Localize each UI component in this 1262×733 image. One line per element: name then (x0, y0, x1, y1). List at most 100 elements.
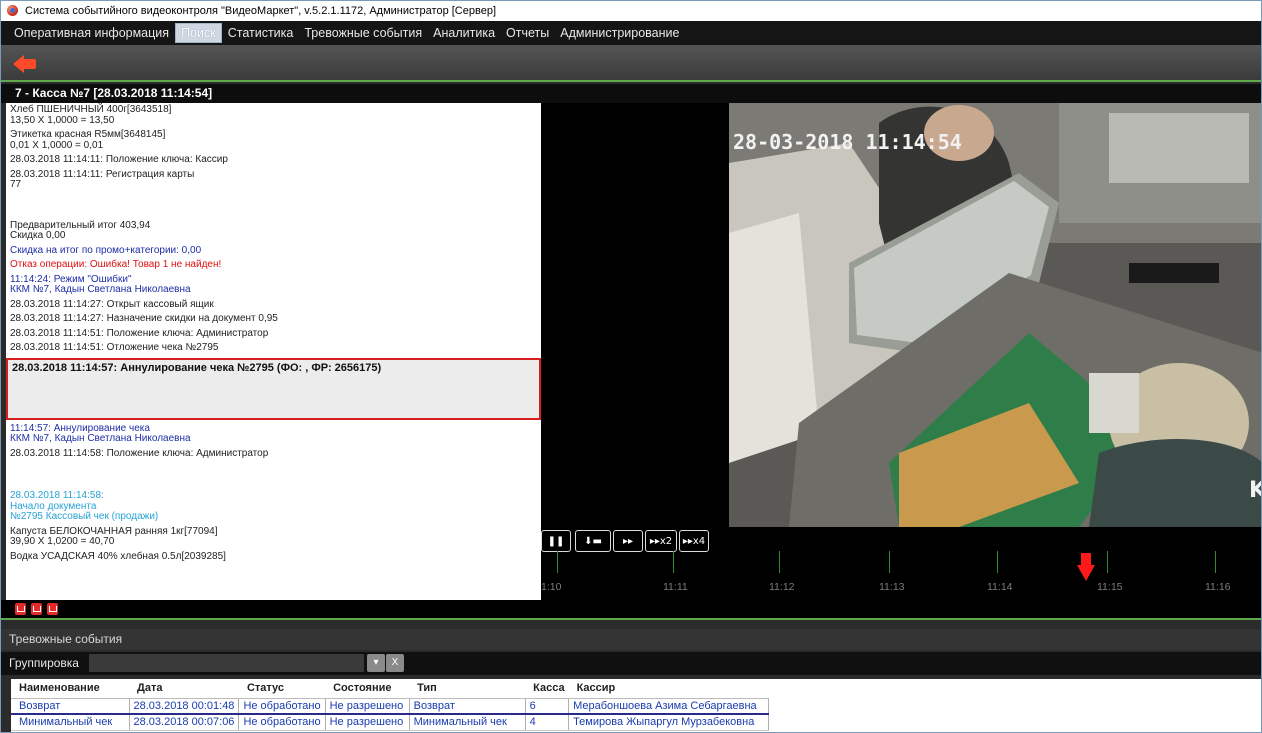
video-frame[interactable]: 28-03-2018 11:14:54 K (729, 103, 1261, 527)
column-header[interactable]: Тип (409, 679, 526, 699)
event-log[interactable]: Хлеб ПШЕНИЧНЫЙ 400г[3643518] 13,50 X 1,00… (6, 103, 541, 600)
event-entry[interactable]: Хлеб ПШЕНИЧНЫЙ 400г[3643518] 13,50 X 1,00… (6, 103, 541, 128)
timeline-tick (1215, 551, 1216, 573)
event-line: 13,50 X 1,0000 = 13,50 (10, 114, 115, 126)
print-icon[interactable] (31, 603, 42, 615)
table-cell: Не разрешено (325, 698, 410, 715)
event-line: ККМ №7, Кадын Светлана Николаевна (10, 433, 191, 444)
event-line: Отказ операции: Ошибка! Товар 1 не найде… (10, 259, 222, 270)
timeline-tick (1107, 551, 1108, 573)
event-entry[interactable]: Предварительный итог 403,94 Скидка 0,00 (6, 219, 541, 244)
table-cell: 28.03.2018 00:01:48 (129, 698, 240, 715)
event-entry[interactable]: Этикетка красная R5мм[3648145] 0,01 X 1,0… (6, 128, 541, 153)
timeline-label: 11:14 (987, 581, 1013, 593)
table-cell: Не разрешено (325, 713, 410, 731)
event-entry[interactable]: 28.03.2018 11:14:58: Начало документа №279… (6, 489, 541, 525)
event-line: 28.03.2018 11:14:11: Регистрация карты (10, 168, 195, 180)
event-line: 28.03.2018 11:14:58: (10, 490, 104, 501)
column-header[interactable]: Кассир (568, 679, 769, 699)
event-entry[interactable]: Отказ операции: Ошибка! Товар 1 не найде… (6, 258, 541, 273)
window-title: Система событийного видеоконтроля "Видео… (25, 5, 497, 17)
timeline-tick (673, 551, 674, 573)
event-line: Хлеб ПШЕНИЧНЫЙ 400г[3643518] (10, 104, 172, 115)
main-menu: Оперативная информация Поиск Статистика Тре… (1, 21, 1261, 45)
table-cell: 28.03.2018 00:07:06 (129, 713, 240, 731)
column-header[interactable]: Касса (525, 679, 569, 699)
event-line: Скидка на итог по промо+категории: 0,00 (10, 244, 202, 256)
event-line: 28.03.2018 11:14:11: Положение ключа: Ка… (10, 154, 228, 165)
table-cell: Минимальный чек (11, 713, 130, 731)
alarms-table: Наименование Дата Статус Состояние Тип Касса К… (11, 679, 1261, 732)
event-entry[interactable]: 28.03.2018 11:14:58: Положение ключа: Ад… (6, 447, 541, 462)
event-line: 77 (10, 179, 22, 190)
event-entry[interactable]: 11:14:24: Режим "Ошибки" ККМ №7, Кадын Св… (6, 273, 541, 298)
column-header[interactable]: Состояние (325, 679, 410, 699)
video-timestamp-overlay: 28-03-2018 11:14:54 (733, 130, 962, 154)
event-entry[interactable]: 28.03.2018 11:14:51: Положение ключа: Ад… (6, 327, 541, 342)
menu-item-6[interactable]: Администрирование (555, 24, 684, 42)
player-controls: ❚❚ ⬇▬ ▸▸ ▸▸x2 ▸▸x4 1:10 11:11 11:12 11:13 11:14 11… (541, 527, 1261, 600)
timeline-label: 11:11 (663, 581, 688, 593)
event-entry[interactable]: 28.03.2018 11:14:11: Положение ключа: Ка… (6, 153, 541, 168)
report-icon[interactable] (47, 603, 58, 615)
play-x4-button[interactable]: ▸▸x4 (679, 530, 709, 552)
event-line: ККМ №7, Кадын Светлана Николаевна (10, 284, 191, 295)
menu-item-4[interactable]: Аналитика (428, 24, 500, 42)
selected-event-entry[interactable]: 28.03.2018 11:14:57: Аннулирование чека … (6, 357, 541, 420)
register-header: 7 - Касса №7 [28.03.2018 11:14:54] (1, 84, 1261, 103)
play-button[interactable]: ▸▸ (613, 530, 643, 552)
event-line: 28.03.2018 11:14:27: Назначение скидки н… (10, 313, 278, 324)
event-line: 28.03.2018 11:14:51: Отложение чека №279… (10, 342, 219, 353)
menu-item-1[interactable]: Поиск (175, 23, 222, 43)
chevron-down-icon[interactable]: ▾ (367, 654, 385, 672)
timeline-position-marker-icon[interactable] (1077, 553, 1095, 581)
table-cell: 4 (525, 713, 570, 731)
event-line: 39,90 X 1,0200 = 40,70 (10, 536, 115, 547)
pause-button[interactable]: ❚❚ (541, 530, 571, 552)
event-line: Этикетка красная R5мм[3648145] (10, 129, 166, 140)
table-row[interactable]: Минимальный чек 28.03.2018 00:07:06 Не обр… (11, 713, 770, 731)
back-arrow-icon[interactable] (13, 55, 37, 73)
menu-item-0[interactable]: Оперативная информация (9, 24, 174, 42)
alarms-panel-title: Тревожные события (1, 629, 1261, 650)
table-cell: Минимальный чек (409, 713, 526, 731)
table-cell: Темирова Жыпаргул Мурзабековна (568, 713, 770, 731)
grouping-label: Группировка (9, 656, 79, 670)
play-x2-button[interactable]: ▸▸x2 (645, 530, 677, 552)
column-header[interactable]: Статус (238, 679, 326, 699)
event-line: №2795 Кассовый чек (продажи) (10, 511, 159, 522)
grouping-bar: Группировка ▾ X (1, 652, 1261, 675)
step-frame-button[interactable]: ⬇▬ (575, 530, 611, 552)
menu-item-3[interactable]: Тревожные события (299, 24, 427, 42)
menu-item-2[interactable]: Статистика (223, 24, 299, 42)
menu-item-5[interactable]: Отчеты (501, 24, 554, 42)
toolbar (1, 45, 1261, 82)
table-cell: Мерабоншоева Азима Себаргаевна (568, 698, 770, 715)
event-line: 28.03.2018 11:14:27: Открыт кассовый ящи… (10, 298, 214, 310)
column-header[interactable]: Дата (129, 679, 239, 699)
app-window: Система событийного видеоконтроля "Видео… (0, 0, 1262, 733)
table-cell: 6 (525, 698, 570, 715)
event-entry[interactable]: Капуста БЕЛОКОЧАННАЯ ранняя 1кг[77094] 39… (6, 525, 541, 550)
event-line: 28.03.2018 11:14:58: Положение ключа: Ад… (10, 447, 269, 459)
event-entry[interactable]: Водка УСАДСКАЯ 40% хлебная 0.5л[2039285] (6, 550, 541, 565)
clear-grouping-button[interactable]: X (386, 654, 404, 672)
event-entry[interactable]: 28.03.2018 11:14:27: Назначение скидки н… (6, 312, 541, 327)
export-icon[interactable] (15, 603, 26, 615)
event-line: 0,01 X 1,0000 = 0,01 (10, 139, 104, 151)
table-cell: Возврат (409, 698, 526, 715)
table-row[interactable]: Возврат 28.03.2018 00:01:48 Не обработано Н… (11, 698, 770, 715)
timeline-label: 1:10 (541, 581, 562, 593)
event-entry[interactable]: 28.03.2018 11:14:51: Отложение чека №279… (6, 341, 541, 356)
event-entry[interactable]: 28.03.2018 11:14:27: Открыт кассовый ящи… (6, 298, 541, 313)
event-entry[interactable]: 28.03.2018 11:14:11: Регистрация карты 77 (6, 168, 541, 193)
timeline-tick (779, 551, 780, 573)
timeline-label: 11:12 (769, 581, 795, 593)
timeline-label: 11:16 (1205, 581, 1231, 593)
column-header[interactable]: Наименование (11, 679, 129, 699)
table-cell: Не обработано (238, 713, 326, 731)
event-entry[interactable]: 11:14:57: Аннулирование чека ККМ №7, Кады… (6, 422, 541, 447)
grouping-select[interactable] (89, 654, 364, 672)
event-line: Водка УСАДСКАЯ 40% хлебная 0.5л[2039285] (10, 550, 226, 562)
event-entry[interactable]: Скидка на итог по промо+категории: 0,00 (6, 244, 541, 259)
